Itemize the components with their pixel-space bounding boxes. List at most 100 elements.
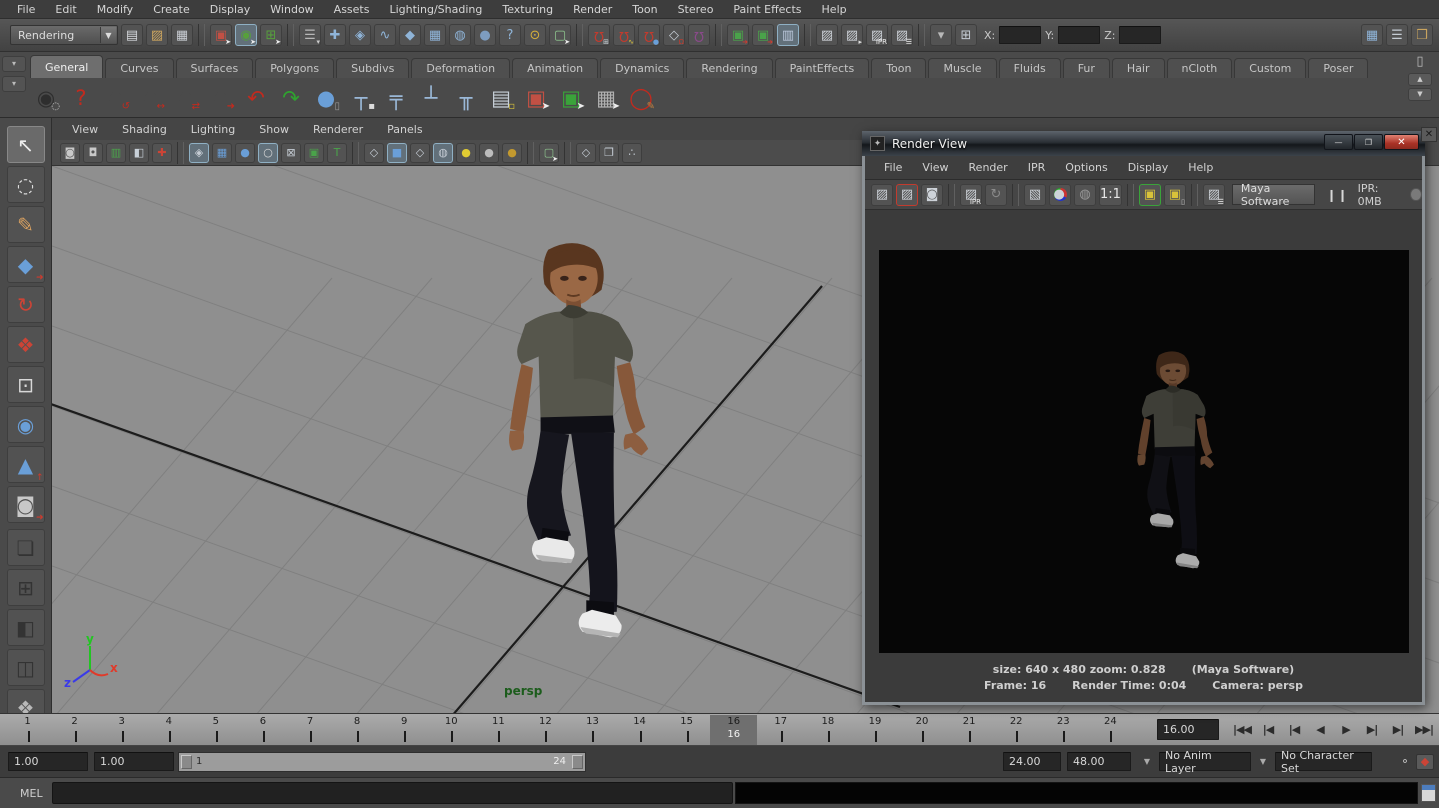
viewport-menu-item[interactable]: View: [62, 121, 108, 138]
frame-cell[interactable]: 10: [428, 715, 475, 745]
animation-end-input[interactable]: 48.00: [1067, 752, 1131, 771]
shelf-tab[interactable]: Dynamics: [600, 58, 684, 78]
vp-shaded-icon[interactable]: ●: [235, 143, 255, 163]
play-backwards-button[interactable]: ◀: [1307, 718, 1333, 741]
rotate-tool[interactable]: ↻: [7, 286, 45, 323]
mask-points-icon[interactable]: ✚: [324, 24, 346, 46]
render-view-menu-item[interactable]: Help: [1179, 159, 1222, 176]
character-set-field[interactable]: No Character Set: [1275, 752, 1372, 771]
rv-redo-render-icon[interactable]: ▨: [896, 184, 918, 206]
tool-settings-toggle-icon[interactable]: ☰: [1386, 24, 1408, 46]
shelf-tab[interactable]: Hair: [1112, 58, 1165, 78]
step-back-key-button[interactable]: |◀: [1255, 718, 1281, 741]
menu-set-selector[interactable]: Rendering ▼: [10, 25, 118, 45]
absolute-transform-icon[interactable]: ⊞: [955, 24, 977, 46]
viewport-menu-item[interactable]: Lighting: [181, 121, 245, 138]
rv-render-settings-icon[interactable]: ▨ ☰: [1203, 184, 1225, 206]
ipr-render-icon[interactable]: ▨ IPR: [866, 24, 888, 46]
snap-grid-icon[interactable]: Ω ⊞: [588, 24, 610, 46]
vp-cube-shaded-icon[interactable]: ■: [387, 143, 407, 163]
shelf-tab[interactable]: General: [30, 55, 103, 78]
menu-item[interactable]: Assets: [325, 1, 379, 18]
range-slider-track[interactable]: 1 24: [178, 752, 586, 772]
rv-region-render-icon[interactable]: ▧: [1024, 184, 1046, 206]
set-key-icon[interactable]: ⚬: [1396, 754, 1414, 770]
frame-cell[interactable]: 6: [239, 715, 286, 745]
mask-rendering-icon[interactable]: ●: [474, 24, 496, 46]
snap-curve-icon[interactable]: Ω ∿: [613, 24, 635, 46]
hierarchy-parent-icon[interactable]: ┬ ▪: [347, 84, 375, 112]
hierarchy-ungroup-icon[interactable]: ┴: [417, 84, 445, 112]
vp-cube-textured-icon[interactable]: ◇: [410, 143, 430, 163]
shelf-tab[interactable]: Curves: [105, 58, 173, 78]
frame-cell[interactable]: 21: [946, 715, 993, 745]
snap-plane-icon[interactable]: ◇ Ω: [663, 24, 685, 46]
rendered-image[interactable]: [879, 250, 1409, 653]
playback-end-input[interactable]: 24.00: [1003, 752, 1061, 771]
frame-cell[interactable]: 3: [98, 715, 145, 745]
mask-misc-icon[interactable]: ?: [499, 24, 521, 46]
mel-label[interactable]: MEL: [20, 787, 52, 800]
shelf-tab[interactable]: Polygons: [255, 58, 334, 78]
mask-dynamics-icon[interactable]: ◍: [449, 24, 471, 46]
node-editor-icon[interactable]: ▤ ▫: [487, 84, 515, 112]
render-view-menu-item[interactable]: File: [875, 159, 911, 176]
chevron-down-icon[interactable]: ▼: [1255, 754, 1271, 770]
vp-bookmark-icon[interactable]: ▥: [106, 143, 126, 163]
x-input[interactable]: [999, 26, 1041, 44]
vp-light-grey-icon[interactable]: ●: [479, 143, 499, 163]
shelf-tab-menu-button[interactable]: ▾: [2, 76, 26, 92]
duplicate-object-icon[interactable]: ▣ ➤: [522, 84, 550, 112]
new-scene-icon[interactable]: ▤: [121, 24, 143, 46]
step-forward-key-button[interactable]: ▶|: [1385, 718, 1411, 741]
pause-ipr-icon[interactable]: ❙❙: [1326, 188, 1348, 202]
frame-cell[interactable]: 18: [804, 715, 851, 745]
anim-layer-field[interactable]: No Anim Layer: [1159, 752, 1251, 771]
universal-manipulator-tool[interactable]: ⊡: [7, 366, 45, 403]
menu-item[interactable]: Paint Effects: [724, 1, 810, 18]
vp-light-yellow-icon[interactable]: ●: [456, 143, 476, 163]
menu-item[interactable]: Render: [564, 1, 621, 18]
vp-image-plane-icon[interactable]: ◧: [129, 143, 149, 163]
frame-cell[interactable]: 19: [851, 715, 898, 745]
shelf-tab[interactable]: PaintEffects: [775, 58, 870, 78]
menu-item[interactable]: Lighting/Shading: [380, 1, 491, 18]
trash-icon[interactable]: ▯: [1416, 54, 1423, 69]
auto-keyframe-icon[interactable]: ◆: [1416, 754, 1434, 770]
render-view-menu-item[interactable]: Display: [1119, 159, 1178, 176]
delete-object-icon[interactable]: ● ▯: [312, 84, 340, 112]
redo-arrow-icon[interactable]: ↷: [277, 84, 305, 112]
render-view-menu-item[interactable]: View: [913, 159, 957, 176]
vp-multi-pane-icon[interactable]: ❐: [599, 143, 619, 163]
menu-item[interactable]: Texturing: [493, 1, 562, 18]
shelf-tab[interactable]: Deformation: [411, 58, 510, 78]
frame-cell[interactable]: 1: [4, 715, 51, 745]
layout-graph-pane[interactable]: ◫: [7, 649, 45, 686]
rv-keep-image-icon[interactable]: ▣: [1139, 184, 1161, 206]
shelf-tab[interactable]: Poser: [1308, 58, 1368, 78]
shelf-menu-button[interactable]: ▾: [2, 56, 26, 72]
frame-cell[interactable]: 24: [1087, 715, 1134, 745]
highlight-mode-icon[interactable]: ☰ ▾: [299, 24, 321, 46]
last-tool-camera[interactable]: ◙ ➜: [7, 486, 45, 523]
layout-outliner-pane[interactable]: ◧: [7, 609, 45, 646]
rv-remove-image-icon[interactable]: ▣ ▯: [1164, 184, 1186, 206]
shelf-tab[interactable]: Toon: [871, 58, 926, 78]
time-slider-track[interactable]: 1 2 3 4 5: [4, 715, 1134, 745]
paint-select-tool[interactable]: ✎: [7, 206, 45, 243]
rv-snapshot-icon[interactable]: ◙: [921, 184, 943, 206]
vp-checker-icon[interactable]: ◍: [433, 143, 453, 163]
shelf-scroll-down-button[interactable]: ▼: [1408, 88, 1432, 101]
duplicate-special-icon[interactable]: ▣ ➤: [557, 84, 585, 112]
move-normal-tool[interactable]: ▲ ↑: [7, 446, 45, 483]
shelf-tab[interactable]: Custom: [1234, 58, 1306, 78]
frame-cell[interactable]: 9: [381, 715, 428, 745]
snap-point-icon[interactable]: Ω ●: [638, 24, 660, 46]
frame-cell[interactable]: 22: [993, 715, 1040, 745]
script-editor-icon[interactable]: [1421, 784, 1436, 802]
undo-arrow-icon[interactable]: ↶: [242, 84, 270, 112]
current-time-input[interactable]: 16.00: [1157, 719, 1219, 740]
render-view-icon[interactable]: ▨: [816, 24, 838, 46]
menu-item[interactable]: Help: [813, 1, 856, 18]
channel-box-toggle-icon[interactable]: ▦: [1361, 24, 1383, 46]
